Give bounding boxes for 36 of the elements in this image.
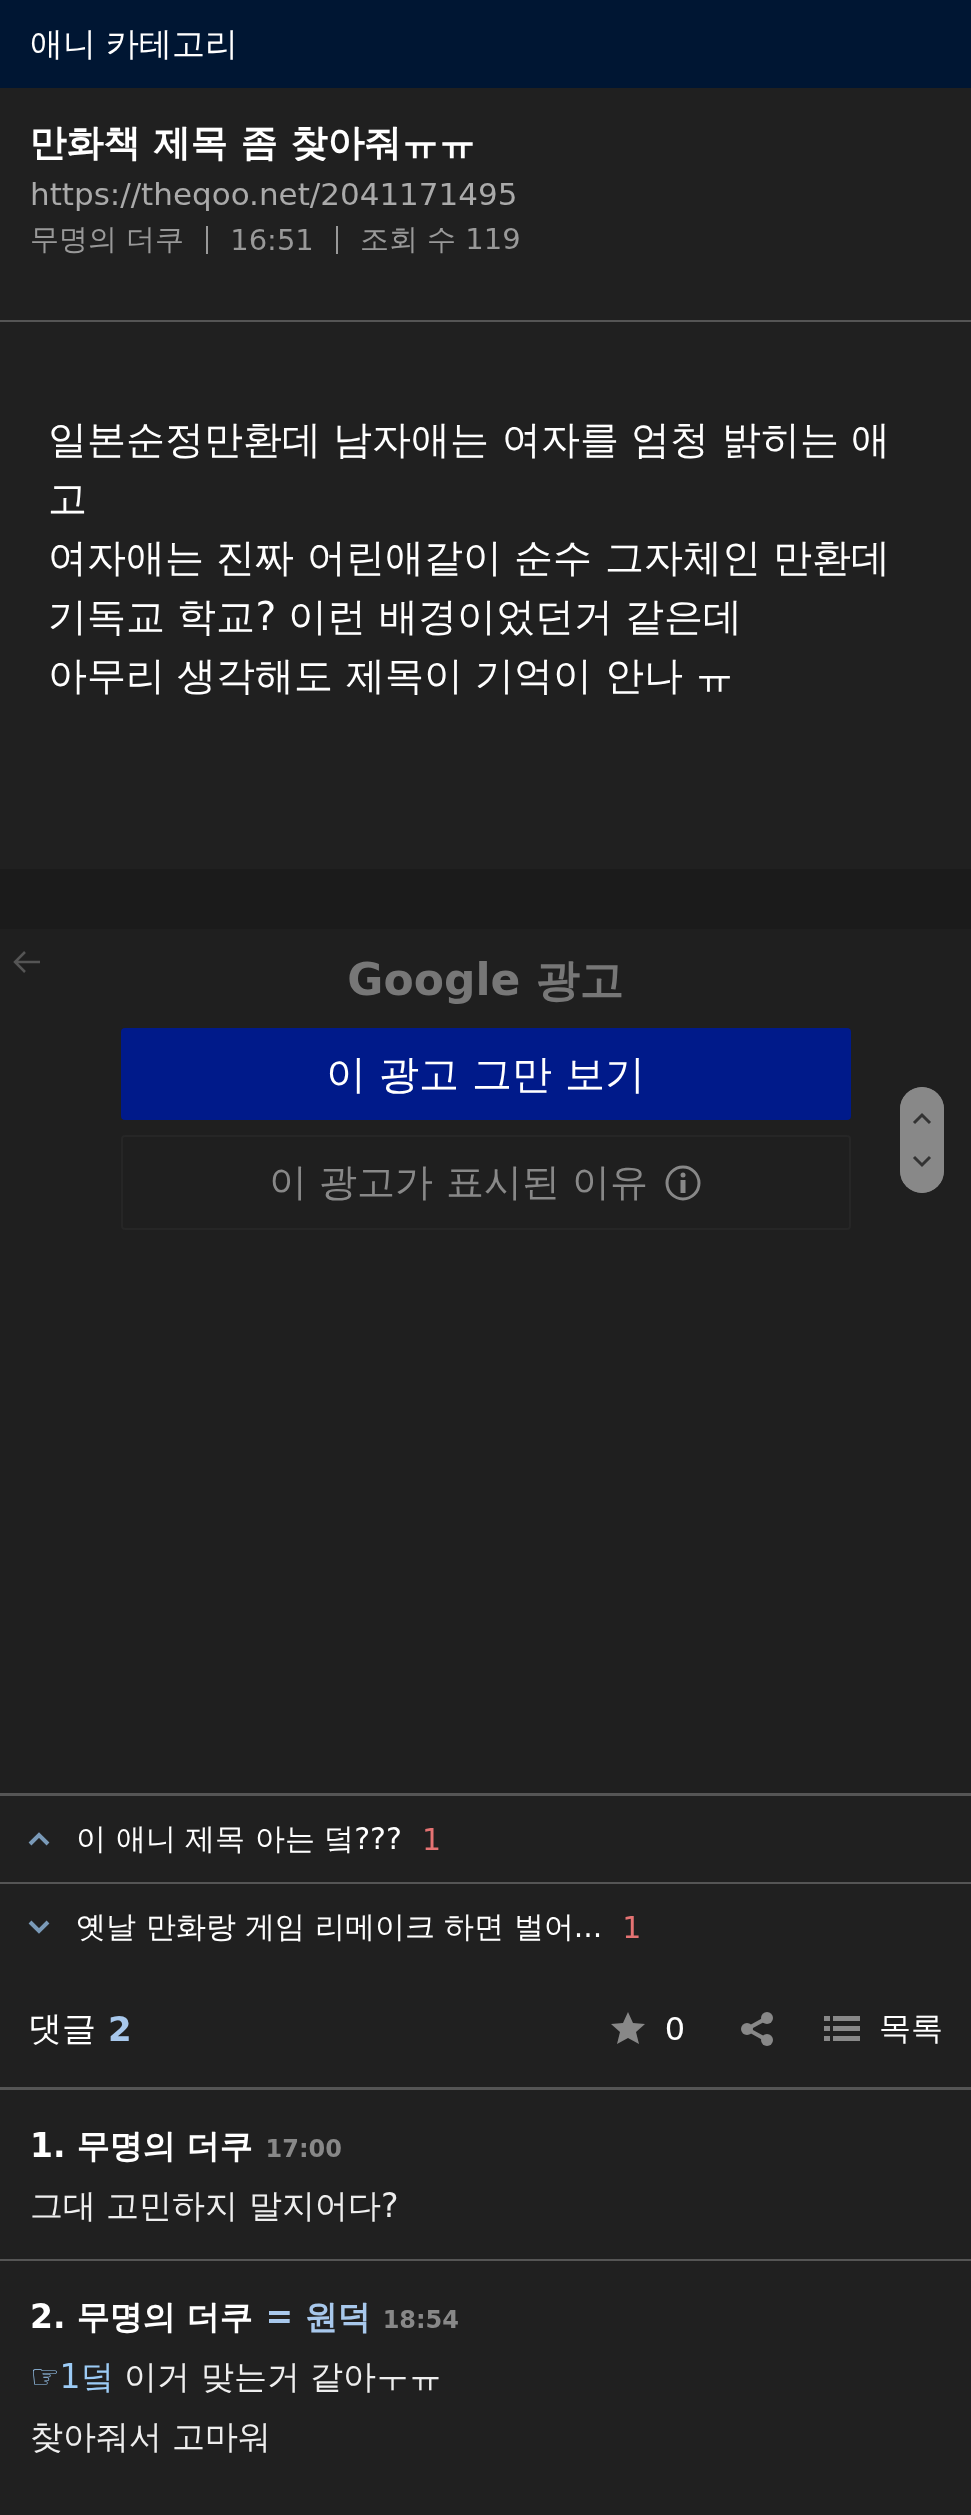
comment-count: 1 [622, 1909, 642, 1945]
comments-label: 댓글 [28, 2006, 96, 2050]
post-text: 기독교 학교? 이런 배경이었던거 같은데 [48, 593, 744, 641]
chevron-down-icon [28, 1920, 50, 1934]
post-link[interactable]: 옛날 만화랑 게임 리메이크 하면 벌어... [76, 1906, 603, 1948]
post-text: 여자애는 진짜 어린애같이 순수 그자체인 만환데 [48, 534, 891, 582]
comment-author: 1. 무명의 더쿠 [30, 2125, 254, 2167]
comment-author: 2. 무명의 더쿠 [30, 2296, 254, 2338]
comment-text: 찾아줘서 고마워 [30, 2416, 273, 2458]
why-ad-button[interactable]: 이 광고가 표시된 이유 [120, 1135, 851, 1230]
view-count: 조회 수 119 [359, 221, 521, 258]
mention-link[interactable]: ☞1덬 [30, 2357, 114, 2396]
list-link[interactable]: 목록 [879, 2006, 943, 2051]
comment-text: 그대 고민하지 말지어다? [30, 2185, 400, 2227]
post-time: 16:51 [230, 223, 314, 257]
comment-time: 17:00 [265, 2135, 342, 2163]
recommend-count: 0 [664, 2009, 685, 2048]
back-arrow-icon [12, 949, 42, 975]
post-title: 만화책 제목 좀 찾아줘ㅠㅠ [30, 120, 477, 166]
comment-count: 2 [108, 2008, 132, 2049]
scroll-toggle-icon [900, 1087, 944, 1193]
stop-ad-button[interactable]: 이 광고 그만 보기 [120, 1028, 851, 1120]
category-title[interactable]: 애니 카테고리 [30, 21, 239, 67]
chevron-up-icon [28, 1832, 50, 1846]
post-text: 일본순정만환데 남자애는 여자를 엄청 밝히는 애고 [48, 416, 891, 523]
post-text: 아무리 생각해도 제목이 기억이 안나 ㅠ [48, 652, 735, 700]
post-author: 무명의 더쿠 [30, 221, 185, 258]
ad-label: Google 광고 [347, 953, 624, 1007]
share-icon [739, 2010, 775, 2047]
comment-text: 이거 맞는거 같아ㅜㅠ [124, 2357, 443, 2396]
info-icon [663, 1163, 702, 1202]
post-url[interactable]: https://theqoo.net/2041171495 [30, 176, 941, 212]
comment-time: 18:54 [382, 2306, 460, 2334]
comment-count: 1 [421, 1821, 441, 1857]
post-link[interactable]: 이 애니 제목 아는 덬??? [76, 1818, 402, 1860]
nickname-label: = 원덕 [265, 2296, 371, 2338]
